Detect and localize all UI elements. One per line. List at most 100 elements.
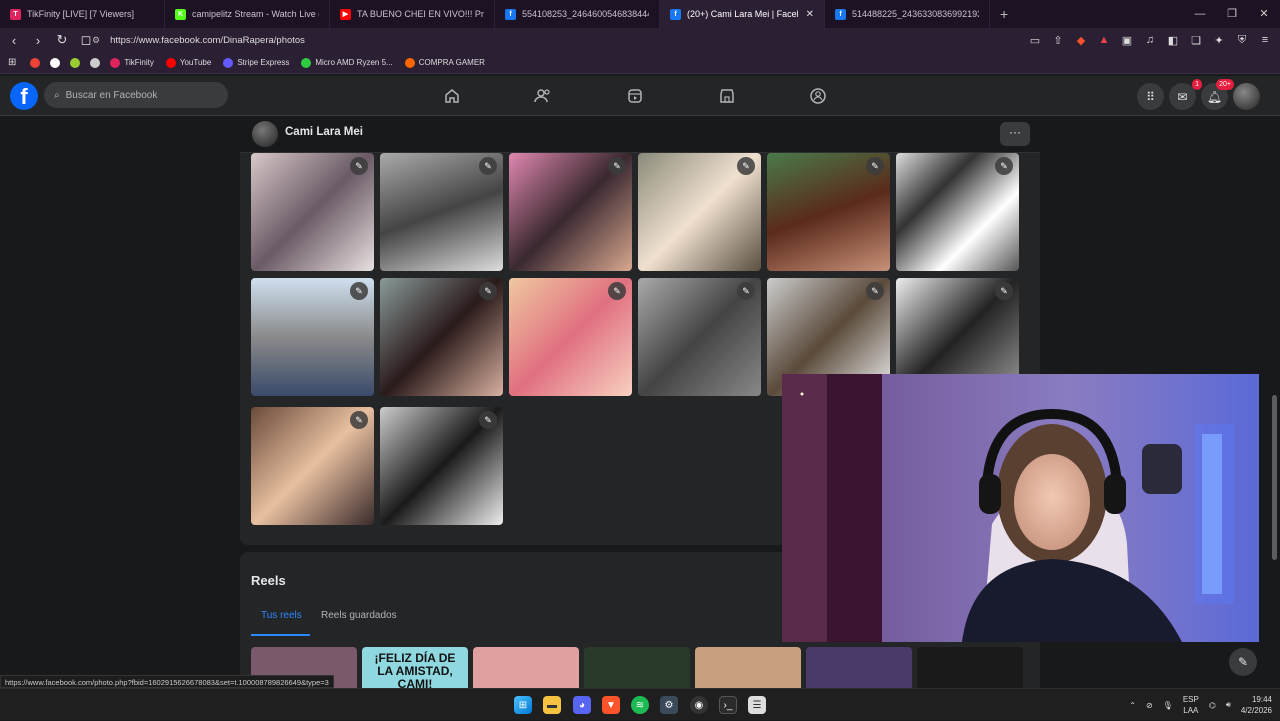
messenger-icon[interactable]: ✉ 1 — [1169, 79, 1202, 110]
reels-icon[interactable] — [623, 84, 647, 108]
menu-grid-icon[interactable]: ⠿ — [1137, 83, 1164, 110]
scrollbar[interactable] — [1272, 395, 1277, 560]
edit-pencil-icon[interactable]: ✎ — [608, 282, 626, 300]
bookmark-item[interactable] — [90, 57, 104, 68]
rewards-icon[interactable]: ▲ — [1095, 30, 1113, 50]
edit-pencil-icon[interactable]: ✎ — [866, 282, 884, 300]
notifications-icon[interactable]: 🔔︎ 20+ — [1201, 79, 1234, 110]
edit-pencil-icon[interactable]: ✎ — [995, 157, 1013, 175]
minimize-icon[interactable]: — — [1184, 0, 1216, 28]
edit-pencil-icon[interactable]: ✎ — [866, 157, 884, 175]
reel-thumbnail[interactable] — [917, 647, 1023, 692]
account-avatar[interactable] — [1233, 83, 1260, 110]
discord-icon[interactable]: ◕ — [573, 696, 591, 714]
url-field[interactable]: ⚙ https://www.facebook.com/DinaRapera/ph… — [92, 30, 1092, 50]
edit-pencil-icon[interactable]: ✎ — [737, 157, 755, 175]
settings-icon[interactable]: ⚙ — [660, 696, 678, 714]
browser-tab[interactable]: Kcamipelitz Stream - Watch Live on Ki — [165, 0, 330, 28]
photo-thumbnail[interactable]: ✎ — [638, 153, 761, 271]
edit-pencil-icon[interactable]: ✎ — [479, 282, 497, 300]
bookmark-item[interactable] — [30, 57, 44, 68]
bookmark-item[interactable]: COMPRA GAMER — [404, 57, 485, 68]
obs-icon[interactable]: ◉ — [690, 696, 708, 714]
reel-thumbnail[interactable] — [806, 647, 912, 692]
photo-thumbnail[interactable]: ✎ — [380, 407, 503, 525]
browser-tab[interactable]: f 514488225_243633083699219322_2763 — [825, 0, 990, 28]
photo-thumbnail[interactable]: ✎ — [638, 278, 761, 396]
groups-icon[interactable] — [806, 84, 830, 108]
reel-thumbnail[interactable] — [584, 647, 690, 692]
edit-pencil-icon[interactable]: ✎ — [350, 157, 368, 175]
friends-icon[interactable] — [531, 84, 555, 108]
close-icon[interactable]: ✕ — [1248, 0, 1280, 28]
bookmark-item[interactable] — [70, 57, 84, 68]
photo-thumbnail[interactable]: ✎ — [767, 153, 890, 271]
volume-icon[interactable]: 🔊︎ — [1226, 700, 1231, 710]
tab-reels-guardados[interactable]: Reels guardados — [321, 610, 397, 621]
brave-shield-icon[interactable]: ◆ — [1072, 30, 1090, 50]
clock[interactable]: 19:44 4/2/2026 — [1241, 694, 1272, 716]
bookmark-item[interactable]: TikFinity — [110, 57, 154, 68]
profile-name[interactable]: Cami Lara Mei — [285, 126, 363, 138]
photo-thumbnail[interactable]: ✎ — [509, 278, 632, 396]
marketplace-icon[interactable] — [715, 84, 739, 108]
sidebar-icon[interactable]: ◧ — [1164, 30, 1182, 50]
photo-thumbnail[interactable]: ✎ — [380, 278, 503, 396]
photo-thumbnail[interactable]: ✎ — [251, 153, 374, 271]
photo-thumbnail[interactable]: ✎ — [509, 153, 632, 271]
back-icon[interactable]: ‹ — [4, 30, 24, 50]
more-options-button[interactable]: ··· — [1000, 122, 1030, 146]
share-icon[interactable]: ⇧ — [1049, 30, 1067, 50]
reel-thumbnail[interactable] — [695, 647, 801, 692]
facebook-search-input[interactable]: ⌕ Buscar en Facebook — [44, 82, 228, 108]
edit-pencil-icon[interactable]: ✎ — [479, 157, 497, 175]
terminal-icon[interactable]: ›_ — [719, 696, 737, 714]
microphone-icon[interactable]: 🎙︎ — [1163, 701, 1173, 710]
reload-icon[interactable]: ↻ — [52, 30, 72, 50]
bookmark-item[interactable]: Micro AMD Ryzen 5... — [301, 57, 393, 68]
restore-icon[interactable]: ❐ — [1216, 0, 1248, 28]
new-message-icon[interactable]: ✎ — [1229, 648, 1257, 676]
notepad-icon[interactable]: ☰ — [748, 696, 766, 714]
menu-icon[interactable]: ≡ — [1256, 30, 1274, 50]
brave-icon[interactable]: ▼ — [602, 696, 620, 714]
photo-thumbnail[interactable]: ✎ — [251, 278, 374, 396]
edit-pencil-icon[interactable]: ✎ — [350, 282, 368, 300]
new-tab-button[interactable]: + — [990, 0, 1018, 28]
browser-tab[interactable]: T TikFinity [LIVE] [7 Viewers] — [0, 0, 165, 28]
bookmark-item[interactable]: Stripe Express — [223, 57, 289, 68]
forward-icon[interactable]: › — [28, 30, 48, 50]
profile-avatar[interactable] — [252, 121, 278, 147]
tab-tus-reels[interactable]: Tus reels — [261, 610, 302, 621]
wallet-icon[interactable]: ▣ — [1118, 30, 1136, 50]
tab-close-icon[interactable]: ✕ — [798, 9, 814, 20]
vpn-icon[interactable]: ⛨ — [1233, 30, 1251, 50]
media-icon[interactable]: ♫ — [1141, 30, 1159, 50]
edit-pencil-icon[interactable]: ✎ — [995, 282, 1013, 300]
spotify-icon[interactable]: ≋ — [631, 696, 649, 714]
install-icon[interactable]: ▭ — [1026, 30, 1044, 50]
leo-icon[interactable]: ✦ — [1210, 30, 1228, 50]
file-explorer-icon[interactable]: ▬ — [543, 696, 561, 714]
facebook-logo-icon[interactable]: f — [10, 82, 38, 110]
edit-pencil-icon[interactable]: ✎ — [737, 282, 755, 300]
start-icon[interactable]: ⊞ — [514, 696, 532, 714]
browser-tab[interactable]: f (20+) Cami Lara Mei | Facebook✕ — [660, 0, 825, 28]
photo-thumbnail[interactable]: ✎ — [896, 153, 1019, 271]
apps-icon[interactable]: ⊞ — [8, 57, 16, 68]
edit-pencil-icon[interactable]: ✎ — [479, 411, 497, 429]
network-off-icon[interactable]: ⊘ — [1146, 701, 1153, 710]
wifi-icon[interactable]: ⌬ — [1209, 701, 1216, 710]
site-info-icon[interactable]: ⚙ — [92, 35, 100, 46]
reel-thumbnail[interactable] — [473, 647, 579, 692]
bookmark-item[interactable] — [50, 57, 64, 68]
edit-pencil-icon[interactable]: ✎ — [350, 411, 368, 429]
photo-thumbnail[interactable]: ✎ — [251, 407, 374, 525]
edit-pencil-icon[interactable]: ✎ — [608, 157, 626, 175]
chevron-up-icon[interactable]: ⌃ — [1129, 701, 1136, 710]
browser-tab[interactable]: f 554108253_246460054683844418_6020 — [495, 0, 660, 28]
browser-tab[interactable]: ▶ TA BUENO CHEI EN VIVO!!! Programa — [330, 0, 495, 28]
bookmark-item[interactable]: YouTube — [165, 57, 211, 68]
photo-thumbnail[interactable]: ✎ — [380, 153, 503, 271]
home-icon[interactable] — [440, 84, 464, 108]
